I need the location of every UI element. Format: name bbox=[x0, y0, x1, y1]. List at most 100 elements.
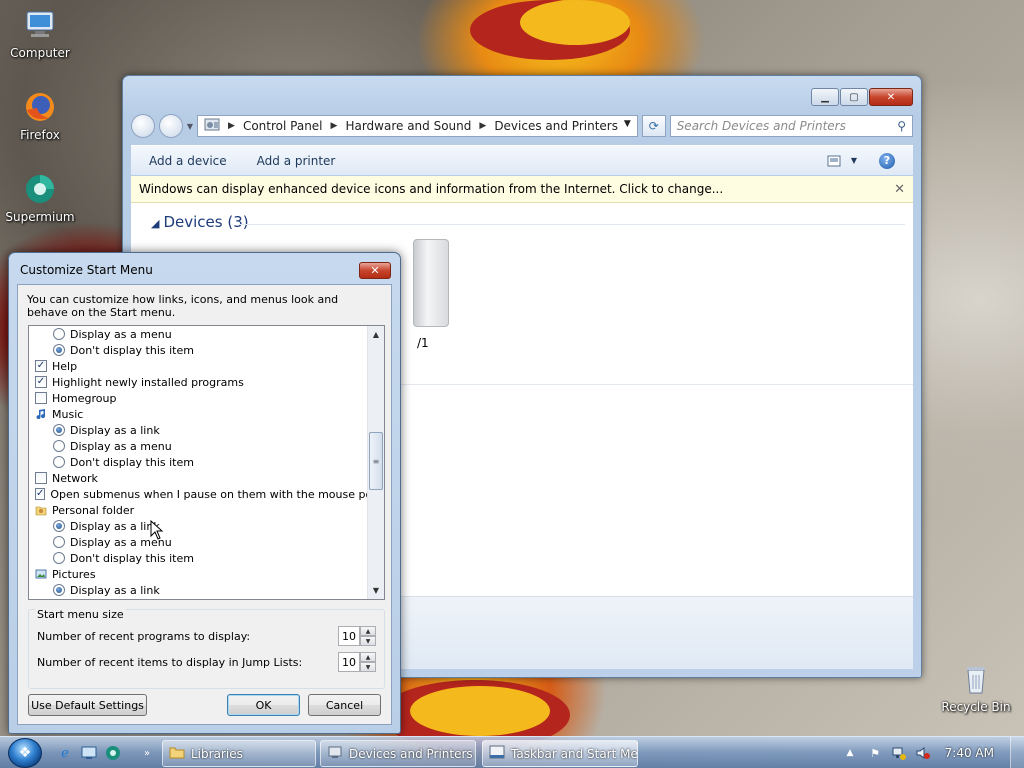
internet-explorer-icon[interactable]: ℯ bbox=[56, 744, 74, 762]
taskbar-button-libraries[interactable]: Libraries bbox=[162, 740, 316, 767]
add-printer-button[interactable]: Add a printer bbox=[257, 154, 336, 168]
option-display-as-a-link[interactable]: Display as a link bbox=[29, 422, 367, 438]
customize-start-menu-dialog[interactable]: Customize Start Menu ✕ You can customize… bbox=[8, 252, 401, 734]
radio-selected[interactable] bbox=[53, 584, 65, 596]
option-display-as-a-link[interactable]: Display as a link bbox=[29, 582, 367, 598]
taskbar-button-label: Devices and Printers bbox=[349, 746, 473, 761]
network-icon[interactable] bbox=[890, 744, 908, 762]
start-menu-options-list[interactable]: Display as a menu Don't display this item… bbox=[28, 325, 385, 600]
add-device-button[interactable]: Add a device bbox=[149, 154, 227, 168]
use-default-settings-button[interactable]: Use Default Settings bbox=[28, 694, 147, 716]
option-label: Don't display this item bbox=[70, 455, 194, 469]
breadcrumb-separator-icon[interactable]: ▶ bbox=[331, 121, 338, 131]
scroll-down-arrow-icon[interactable]: ▼ bbox=[368, 582, 384, 599]
option-don-t-display-this-item[interactable]: Don't display this item bbox=[29, 550, 367, 566]
desktop-icon-supermium[interactable]: Supermium bbox=[2, 172, 78, 224]
radio-selected[interactable] bbox=[53, 520, 65, 532]
option-display-as-a-menu[interactable]: Display as a menu bbox=[29, 534, 367, 550]
computer-device-icon[interactable] bbox=[413, 239, 449, 327]
radio-unselected[interactable] bbox=[53, 440, 65, 452]
radio-selected[interactable] bbox=[53, 344, 65, 356]
info-bar[interactable]: Windows can display enhanced device icon… bbox=[131, 176, 913, 203]
taskbar-button-devices-and-printers[interactable]: Devices and Printers bbox=[320, 740, 476, 767]
close-button[interactable]: ✕ bbox=[869, 88, 913, 106]
jump-list-stepper[interactable]: 10 ▲ ▼ bbox=[338, 652, 376, 672]
scroll-up-arrow-icon[interactable]: ▲ bbox=[368, 326, 384, 343]
show-hidden-icons-arrow[interactable]: ▲ bbox=[844, 744, 856, 762]
option-display-as-a-menu[interactable]: Display as a menu bbox=[29, 438, 367, 454]
recent-programs-row: Number of recent programs to display: 10… bbox=[37, 626, 376, 646]
option-display-as-a-link[interactable]: Display as a link bbox=[29, 518, 367, 534]
option-network[interactable]: Network bbox=[29, 470, 367, 486]
breadcrumb-hardware-and-sound[interactable]: Hardware and Sound bbox=[345, 119, 471, 133]
breadcrumb-devices-and-printers[interactable]: Devices and Printers bbox=[494, 119, 618, 133]
option-help[interactable]: ✓ Help bbox=[29, 358, 367, 374]
show-desktop-button[interactable] bbox=[1010, 737, 1024, 768]
radio-unselected[interactable] bbox=[53, 456, 65, 468]
refresh-button[interactable]: ⟳ bbox=[641, 115, 666, 137]
address-bar[interactable]: ▶ Control Panel ▶ Hardware and Sound ▶ D… bbox=[197, 115, 638, 137]
volume-muted-icon[interactable] bbox=[914, 744, 932, 762]
action-center-flag-icon[interactable]: ⚑ bbox=[866, 744, 884, 762]
decrement-arrow-icon[interactable]: ▼ bbox=[360, 636, 376, 646]
desktop-icon-label: Supermium bbox=[5, 210, 75, 224]
maximize-button[interactable]: ▢ bbox=[840, 88, 868, 106]
show-desktop-quicklaunch-icon[interactable] bbox=[80, 744, 98, 762]
option-label: Music bbox=[52, 407, 84, 421]
supermium-quicklaunch-icon[interactable] bbox=[104, 744, 122, 762]
desktop-icon-computer[interactable]: Computer bbox=[2, 8, 78, 60]
checkbox-unchecked[interactable] bbox=[35, 392, 47, 404]
option-homegroup[interactable]: Homegroup bbox=[29, 390, 367, 406]
taskbar-button-taskbar-and-start-menu[interactable]: Taskbar and Start Me... bbox=[482, 740, 638, 767]
option-highlight-newly-installed-programs[interactable]: ✓ Highlight newly installed programs bbox=[29, 374, 367, 390]
minimize-button[interactable]: ▁ bbox=[811, 88, 839, 106]
change-view-button[interactable]: ▼ bbox=[827, 155, 857, 167]
option-don-t-display-this-item[interactable]: Don't display this item bbox=[29, 454, 367, 470]
breadcrumb-separator-icon[interactable]: ▶ bbox=[479, 121, 486, 131]
taskbar-button-label: Taskbar and Start Me... bbox=[511, 746, 638, 761]
search-icon: ⚲ bbox=[897, 119, 906, 133]
options-scrollbar[interactable]: ▲ ≡ ▼ bbox=[367, 326, 384, 599]
search-input[interactable]: Search Devices and Printers ⚲ bbox=[669, 115, 913, 137]
address-dropdown-icon[interactable]: ▼ bbox=[624, 119, 631, 129]
option-display-as-a-menu[interactable]: Display as a menu bbox=[29, 326, 367, 342]
option-don-t-display-this-item[interactable]: Don't display this item bbox=[29, 342, 367, 358]
devices-group-header[interactable]: ◢ Devices (3) bbox=[151, 213, 249, 231]
devices-printers-icon bbox=[327, 745, 343, 762]
cancel-button[interactable]: Cancel bbox=[308, 694, 381, 716]
jump-list-value[interactable]: 10 bbox=[338, 652, 360, 672]
devices-group-title: Devices (3) bbox=[163, 213, 249, 231]
back-button[interactable] bbox=[131, 114, 155, 138]
forward-button[interactable] bbox=[158, 114, 183, 138]
option-label: Display as a menu bbox=[70, 439, 172, 453]
option-label: Display as a link bbox=[70, 583, 160, 597]
folder-icon bbox=[169, 745, 185, 762]
radio-selected[interactable] bbox=[53, 424, 65, 436]
ok-button[interactable]: OK bbox=[227, 694, 300, 716]
recent-programs-stepper[interactable]: 10 ▲ ▼ bbox=[338, 626, 376, 646]
decrement-arrow-icon[interactable]: ▼ bbox=[360, 662, 376, 672]
dialog-close-button[interactable]: ✕ bbox=[359, 262, 391, 279]
radio-unselected[interactable] bbox=[53, 552, 65, 564]
start-button[interactable]: ❖ bbox=[8, 738, 42, 768]
recent-pages-chevron-icon[interactable]: ▼ bbox=[187, 122, 193, 131]
checkbox-checked[interactable]: ✓ bbox=[35, 488, 46, 500]
scroll-thumb[interactable]: ≡ bbox=[369, 432, 383, 490]
increment-arrow-icon[interactable]: ▲ bbox=[360, 652, 376, 662]
help-button[interactable]: ? bbox=[879, 152, 895, 169]
checkbox-unchecked[interactable] bbox=[35, 472, 47, 484]
option-open-submenus-when-i-pause-on-them-with-the-mouse-pointer[interactable]: ✓ Open submenus when I pause on them with… bbox=[29, 486, 384, 502]
desktop-icon-firefox[interactable]: Firefox bbox=[2, 90, 78, 142]
system-clock[interactable]: 7:40 AM bbox=[945, 746, 994, 760]
desktop-icon-recycle-bin[interactable]: Recycle Bin bbox=[938, 662, 1014, 714]
option-label: Homegroup bbox=[52, 391, 117, 405]
quicklaunch-overflow-icon[interactable]: » bbox=[138, 744, 156, 762]
increment-arrow-icon[interactable]: ▲ bbox=[360, 626, 376, 636]
radio-unselected[interactable] bbox=[53, 536, 65, 548]
checkbox-checked[interactable]: ✓ bbox=[35, 376, 47, 388]
checkbox-checked[interactable]: ✓ bbox=[35, 360, 47, 372]
info-bar-close-icon[interactable]: ✕ bbox=[894, 182, 905, 197]
recent-programs-value[interactable]: 10 bbox=[338, 626, 360, 646]
breadcrumb-control-panel[interactable]: Control Panel bbox=[243, 119, 323, 133]
radio-unselected[interactable] bbox=[53, 328, 65, 340]
